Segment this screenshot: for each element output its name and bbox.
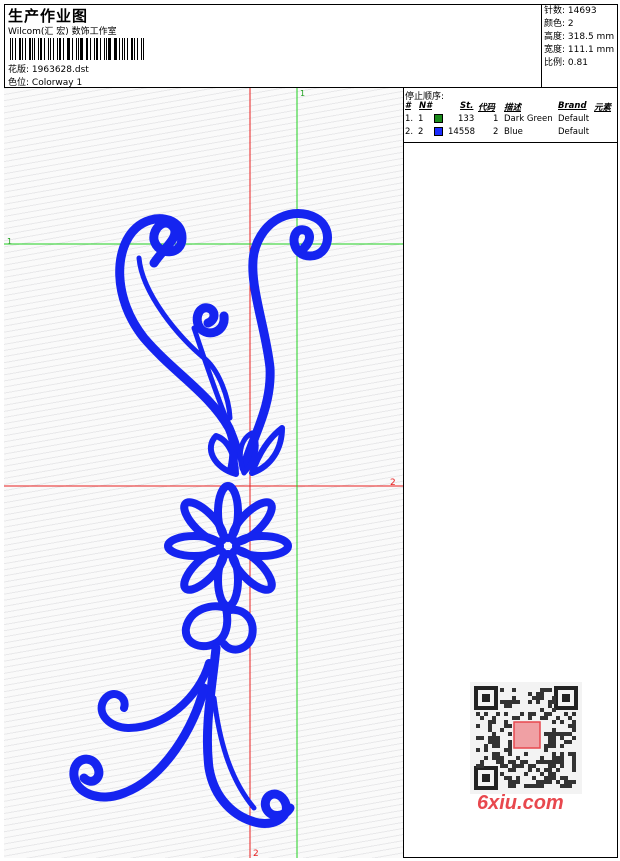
row-num: 2. [405, 127, 414, 137]
row-description: Dark Green [504, 114, 553, 124]
stat-scale: 比例: 0.81 [544, 58, 588, 68]
color-swatch [434, 127, 443, 136]
flower-center [217, 535, 239, 557]
stat-colors: 颜色: 2 [544, 19, 574, 29]
colorway-label: 色位: [8, 78, 30, 88]
col-header: # [405, 101, 411, 111]
colorway-value: Colorway 1 [31, 78, 83, 88]
guide-label-v1: 1 [300, 89, 305, 98]
header-info: 生产作业图 Wilcom(汇 宏) 数饰工作室 花版: 1963628.dst … [6, 4, 540, 88]
barcode [10, 38, 146, 60]
col-header: 描述 [504, 103, 522, 113]
table-row[interactable]: 1. 1 133 1 Dark Green Default [404, 114, 618, 126]
branch-top-left [115, 214, 239, 473]
row-description: Blue [504, 127, 523, 137]
branch-top-right [239, 209, 332, 473]
guide-label-v2-bottom: 2 [253, 849, 259, 858]
row-brand: Default [558, 127, 590, 137]
row-n: 2 [418, 127, 424, 137]
design-label: 花版: [8, 65, 30, 75]
col-header: Brand [558, 101, 587, 111]
row-stitches: 133 [458, 114, 475, 124]
stop-sequence-table: # N# St. 代码 描述 Brand 元素 1. 1 133 1 Dark … [404, 100, 618, 143]
stat-stitches: 针数: 14693 [544, 6, 597, 16]
col-header: 代码 [478, 103, 496, 113]
stat-width: 宽度: 111.1 mm [544, 45, 615, 55]
guide-label-h1: 1 [7, 237, 12, 246]
col-header: St. [460, 101, 474, 111]
stats-panel: 针数: 14693 颜色: 2 高度: 318.5 mm 宽度: 111.1 m… [541, 4, 618, 88]
header: 生产作业图 Wilcom(汇 宏) 数饰工作室 花版: 1963628.dst … [4, 4, 618, 88]
seal-stamp [513, 721, 541, 749]
design-canvas[interactable]: 1 1 2 2 [4, 88, 404, 858]
watermark-qr-code [470, 682, 582, 794]
embroidery-preview: 1 1 2 2 [4, 88, 403, 858]
bud-left [181, 602, 232, 651]
table-row[interactable]: 2. 2 14558 2 Blue Default [404, 127, 618, 139]
page-title: 生产作业图 [8, 7, 89, 25]
embroidery-motif [69, 209, 332, 828]
col-header: 元素 [594, 103, 612, 113]
row-code: 1 [493, 114, 499, 124]
design-line: 花版: 1963628.dst [8, 62, 89, 75]
guide-label-h2: 2 [390, 478, 396, 488]
color-swatch [434, 114, 443, 123]
watermark-logo: 6xiu.com [477, 792, 564, 814]
row-code: 2 [493, 127, 499, 137]
row-brand: Default [558, 114, 590, 124]
row-n: 1 [418, 114, 424, 124]
row-num: 1. [405, 114, 414, 124]
stat-height: 高度: 318.5 mm [544, 32, 615, 42]
row-stitches: 14558 [448, 127, 476, 137]
small-curl [192, 303, 229, 338]
table-header: # N# St. 代码 描述 Brand 元素 [404, 101, 618, 113]
design-value: 1963628.dst [31, 65, 89, 75]
studio-name: Wilcom(汇 宏) 数饰工作室 [8, 27, 117, 37]
colorway-line: 色位: Colorway 1 [8, 75, 82, 88]
qr-pattern [474, 686, 578, 790]
flower [164, 482, 292, 610]
col-header: N# [419, 101, 433, 111]
